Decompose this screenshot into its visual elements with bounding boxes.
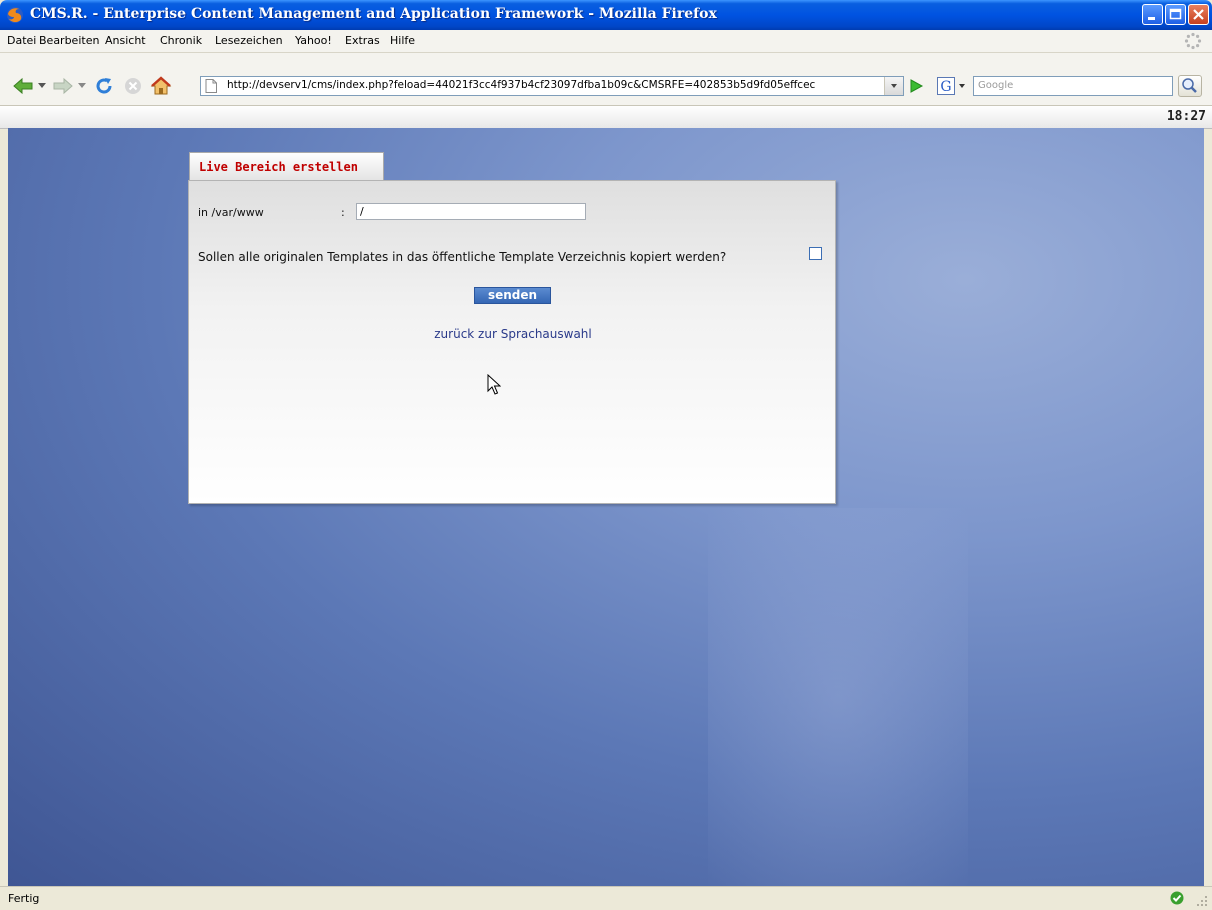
window-title-bar[interactable]: CMS.R. - Enterprise Content Management a… [0, 0, 1212, 30]
menu-datei[interactable]: Datei [7, 34, 36, 47]
maximize-icon [1169, 8, 1182, 20]
reload-icon[interactable] [94, 76, 114, 96]
back-arrow-icon[interactable] [12, 77, 34, 95]
resize-grip-icon[interactable] [1196, 895, 1208, 907]
search-placeholder: Google [978, 80, 1014, 91]
close-icon [1193, 9, 1204, 20]
menu-lesezeichen[interactable]: Lesezeichen [215, 34, 283, 47]
close-button[interactable] [1188, 4, 1209, 25]
menu-bar: Datei Bearbeiten Ansicht Chronik Lesezei… [0, 30, 1212, 53]
path-separator: : [341, 206, 345, 219]
menu-chronik[interactable]: Chronik [160, 34, 202, 47]
forward-dropdown-icon[interactable] [78, 83, 86, 89]
search-engine-selector[interactable]: G [937, 77, 969, 95]
search-input[interactable]: Google [973, 76, 1173, 96]
magnifier-icon [1182, 78, 1197, 93]
url-history-dropdown[interactable] [884, 77, 903, 95]
path-label: in /var/www [198, 206, 264, 219]
back-to-language-link: zurück zur Sprachauswahl [189, 327, 837, 341]
copy-templates-checkbox[interactable] [809, 247, 822, 260]
tab-title: Live Bereich erstellen [199, 160, 358, 174]
security-ok-icon [1170, 891, 1184, 905]
search-button[interactable] [1178, 75, 1202, 97]
menu-hilfe[interactable]: Hilfe [390, 34, 415, 47]
status-bar: Fertig [0, 886, 1212, 910]
menu-extras[interactable]: Extras [345, 34, 380, 47]
stop-icon[interactable] [124, 77, 142, 95]
send-button[interactable]: senden [474, 287, 551, 304]
minimize-button[interactable] [1142, 4, 1163, 25]
page-icon [205, 79, 217, 93]
page-content: Live Bereich erstellen in /var/www : Sol… [8, 128, 1204, 886]
clock: 18:27 [1166, 109, 1206, 124]
forward-arrow-icon[interactable] [52, 77, 74, 95]
firefox-logo-icon [7, 7, 23, 23]
throbber-icon [1184, 32, 1202, 50]
svg-text:G: G [940, 79, 951, 95]
status-text: Fertig [8, 892, 40, 905]
menu-yahoo[interactable]: Yahoo! [295, 34, 332, 47]
go-button-icon[interactable] [907, 78, 925, 94]
back-link-text[interactable]: zurück zur Sprachauswahl [434, 327, 592, 341]
back-dropdown-icon[interactable] [38, 83, 46, 89]
menu-bearbeiten[interactable]: Bearbeiten [39, 34, 99, 47]
path-input[interactable] [356, 203, 586, 220]
copy-templates-label: Sollen alle originalen Templates in das … [198, 250, 727, 264]
form-panel: in /var/www : Sollen alle originalen Tem… [188, 180, 836, 504]
url-bar[interactable]: http://devserv1/cms/index.php?feload=440… [200, 76, 904, 96]
chevron-down-icon [891, 84, 897, 88]
tab-live-bereich[interactable]: Live Bereich erstellen [189, 152, 384, 180]
mouse-cursor-icon [487, 374, 501, 395]
home-icon[interactable] [150, 76, 172, 96]
minimize-icon [1148, 17, 1155, 20]
google-engine-icon: G [937, 77, 965, 95]
status-toolbar: 18:27 [0, 106, 1212, 129]
maximize-button[interactable] [1165, 4, 1186, 25]
url-text[interactable]: http://devserv1/cms/index.php?feload=440… [227, 79, 867, 91]
window-title: CMS.R. - Enterprise Content Management a… [30, 6, 717, 22]
menu-ansicht[interactable]: Ansicht [105, 34, 146, 47]
